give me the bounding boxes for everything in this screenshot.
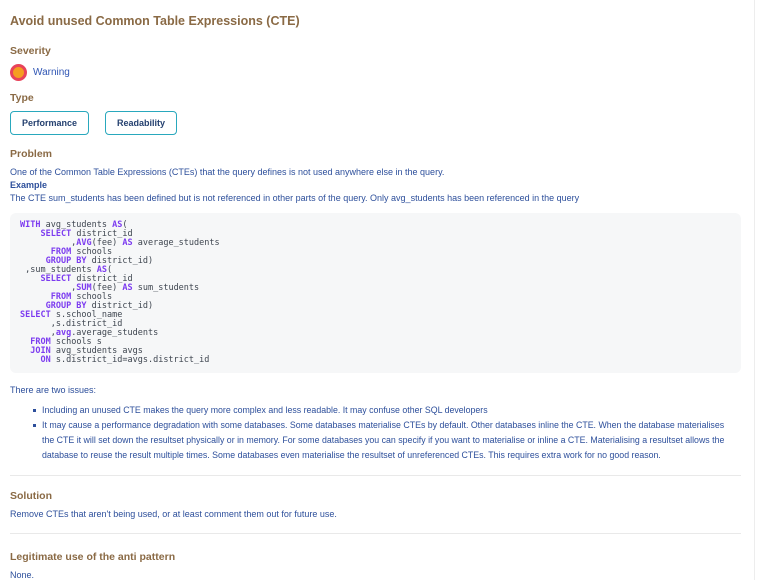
code-line: GROUP BY district_id) [45, 301, 154, 311]
section-divider [10, 475, 741, 476]
severity-status-badge: Warning [10, 64, 741, 81]
tag-performance-button[interactable]: Performance [10, 111, 90, 135]
issue-item: It may cause a performance degradation w… [33, 418, 738, 463]
code-line: ,SUM(fee) AS sum_students [20, 283, 200, 293]
code-line: GROUP BY district_id) [45, 256, 154, 266]
content-right-border [754, 0, 755, 580]
tag-readability-button[interactable]: Readability [105, 111, 178, 135]
code-line: ,avg.average_students [20, 328, 159, 338]
issues-intro: There are two issues: [10, 385, 97, 395]
type-tag-list: Performance Readability [10, 111, 741, 135]
severity-heading: Severity [10, 45, 51, 57]
section-divider [10, 533, 741, 534]
example-description: The CTE sum_students has been defined bu… [10, 193, 580, 203]
sql-code: WITH avg_students AS( SELECT district_id… [20, 221, 731, 365]
example-label: Example [10, 180, 48, 190]
legitimate-use-description: None. [10, 570, 35, 580]
problem-heading: Problem [10, 148, 53, 160]
severity-level-label: Warning [33, 66, 70, 78]
code-line: ,AVG(fee) AS average_students [20, 238, 220, 248]
code-line: ON s.district_id=avgs.district_id [40, 355, 210, 365]
sql-code-block: WITH avg_students AS( SELECT district_id… [10, 213, 741, 373]
code-line: SELECT s.school_name [20, 310, 123, 320]
solution-description: Remove CTEs that aren't being used, or a… [10, 509, 337, 519]
problem-description: One of the Common Table Expressions (CTE… [10, 167, 445, 177]
warning-circle-icon [10, 64, 27, 81]
issue-item: Including an unused CTE makes the query … [33, 403, 738, 418]
page-title: Avoid unused Common Table Expressions (C… [10, 14, 300, 28]
issues-list: Including an unused CTE makes the query … [10, 403, 738, 463]
legitimate-use-heading: Legitimate use of the anti pattern [10, 551, 176, 563]
solution-heading: Solution [10, 490, 52, 502]
type-heading: Type [10, 92, 34, 104]
doc-page: Avoid unused Common Table Expressions (C… [0, 0, 768, 580]
